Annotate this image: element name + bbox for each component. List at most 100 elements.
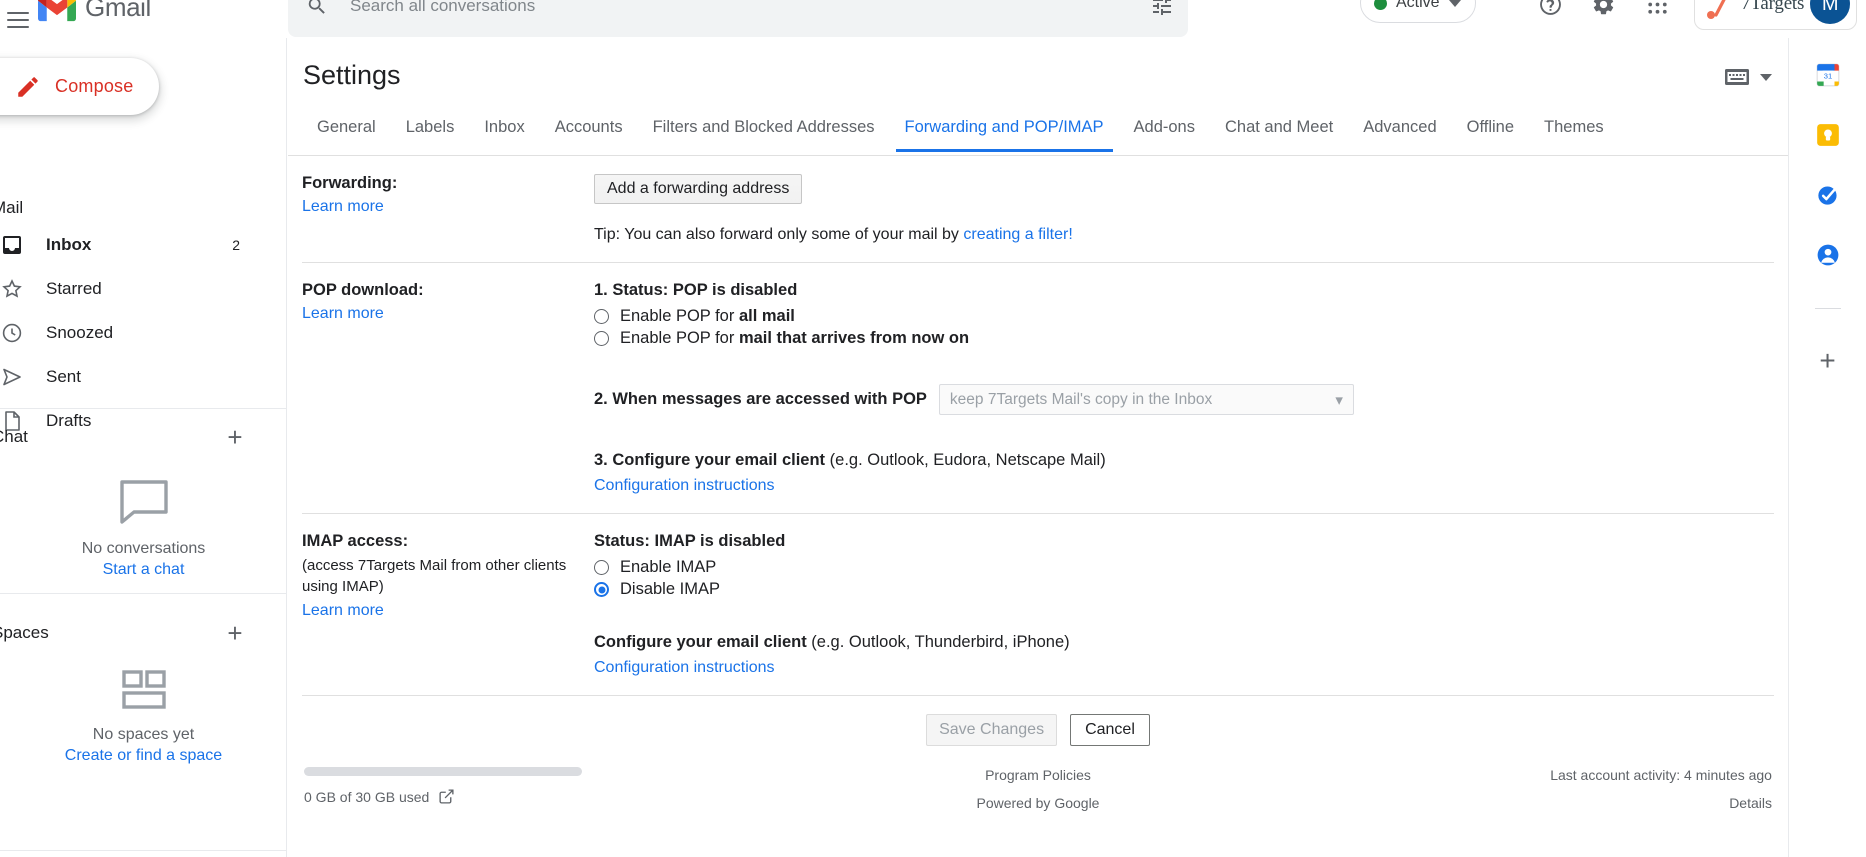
avatar[interactable]: M [1810, 0, 1850, 24]
imap-config-strong: Configure your email client [594, 633, 807, 651]
pop-option-from-now-on[interactable]: Enable POP for mail that arrives from no… [594, 329, 1774, 348]
search-icon [306, 0, 328, 17]
top-bar: Gmail Active [0, 0, 1866, 38]
status-active-chip[interactable]: Active [1360, 0, 1476, 23]
google-contacts-icon[interactable] [1815, 242, 1841, 268]
google-tasks-icon[interactable] [1815, 182, 1841, 208]
creating-a-filter-link[interactable]: creating a filter! [963, 226, 1072, 243]
open-external-icon[interactable] [438, 788, 455, 805]
tab-forwarding-and-pop-imap[interactable]: Forwarding and POP/IMAP [890, 106, 1119, 151]
sidebar-divider [0, 593, 287, 594]
pop-option2-strong: mail that arrives from now on [739, 329, 969, 347]
powered-by-google-text: Powered by Google [977, 795, 1100, 811]
compose-button[interactable]: Compose [0, 58, 159, 115]
radio-imap-disable[interactable] [594, 582, 609, 597]
svg-text:31: 31 [1823, 72, 1831, 81]
status-dot [1374, 0, 1387, 10]
start-a-chat-link[interactable]: Start a chat [103, 561, 185, 579]
radio-pop-all-mail[interactable] [594, 309, 609, 324]
tab-add-ons[interactable]: Add-ons [1119, 106, 1210, 151]
radio-pop-from-now-on[interactable] [594, 331, 609, 346]
save-changes-button[interactable]: Save Changes [926, 714, 1057, 746]
send-icon [0, 365, 24, 389]
chat-section-header: Chat + [0, 420, 252, 454]
add-app-plus-icon[interactable]: + [1819, 347, 1835, 375]
radio-imap-enable[interactable] [594, 560, 609, 575]
imap-access-section: IMAP access: (access 7Targets Mail from … [302, 514, 1774, 696]
plus-icon[interactable]: + [218, 420, 252, 454]
imap-note-line2: using IMAP) [302, 576, 584, 597]
tab-filters-and-blocked-addresses[interactable]: Filters and Blocked Addresses [638, 106, 890, 151]
gear-icon[interactable] [1583, 0, 1623, 24]
imap-enable-label: Enable IMAP [620, 558, 716, 577]
account-chip[interactable]: 7Targets M [1694, 0, 1857, 30]
pop-download-section: POP download: Learn more 1. Status: POP … [302, 263, 1774, 514]
left-sidebar: Compose Mail Inbox 2 Starred Snoozed Sen… [0, 38, 287, 857]
footer-center: Program Policies Powered by Google [793, 767, 1282, 837]
footer-storage: 0 GB of 30 GB used [304, 767, 793, 837]
help-icon[interactable] [1530, 0, 1570, 24]
tune-icon[interactable] [1150, 0, 1174, 18]
tab-inbox[interactable]: Inbox [469, 106, 539, 151]
tab-accounts[interactable]: Accounts [540, 106, 638, 151]
pop-option-all-mail-label: Enable POP for all mail [620, 307, 795, 326]
footer-right: Last account activity: 4 minutes ago Det… [1283, 767, 1772, 837]
pop-learn-more-link[interactable]: Learn more [302, 305, 584, 323]
cancel-button[interactable]: Cancel [1070, 714, 1150, 746]
sidebar-item-starred[interactable]: Starred [0, 267, 274, 311]
input-tools-selector[interactable] [1724, 68, 1772, 86]
7targets-logo-icon [1705, 0, 1735, 20]
spaces-section-header: Spaces + [0, 616, 252, 650]
chat-section-title: Chat [0, 427, 28, 447]
compose-label: Compose [55, 76, 133, 97]
pop-label-col: POP download: Learn more [302, 281, 594, 495]
program-policies-link[interactable]: Program Policies [985, 767, 1091, 783]
pop-option1-prefix: Enable POP for [620, 307, 739, 325]
tab-themes[interactable]: Themes [1529, 106, 1619, 151]
imap-configuration-instructions-link[interactable]: Configuration instructions [594, 659, 1774, 677]
imap-config-line: Configure your email client (e.g. Outloo… [594, 633, 1774, 652]
activity-details-link[interactable]: Details [1729, 795, 1772, 811]
tab-labels[interactable]: Labels [391, 106, 470, 151]
sidebar-item-snoozed[interactable]: Snoozed [0, 311, 274, 355]
google-keep-icon[interactable] [1815, 122, 1841, 148]
tab-general[interactable]: General [302, 106, 391, 151]
mail-section-heading: Mail [0, 198, 23, 218]
spaces-empty-state: No spaces yet Create or find a space [0, 668, 287, 765]
forwarding-learn-more-link[interactable]: Learn more [302, 198, 584, 216]
apps-grid-icon[interactable] [1637, 0, 1677, 24]
pop-step3-line: 3. Configure your email client (e.g. Out… [594, 451, 1774, 470]
imap-label: IMAP access: [302, 532, 584, 551]
pop-option2-prefix: Enable POP for [620, 329, 739, 347]
forwarding-tip-text: Tip: You can also forward only some of y… [594, 226, 963, 243]
sidebar-item-sent[interactable]: Sent [0, 355, 274, 399]
chevron-down-icon: ▾ [1335, 391, 1343, 409]
google-calendar-icon[interactable]: 31 [1815, 62, 1841, 88]
settings-tabs: GeneralLabelsInboxAccountsFilters and Bl… [288, 106, 1788, 156]
tab-chat-and-meet[interactable]: Chat and Meet [1210, 106, 1348, 151]
pop-copy-action-select[interactable]: keep 7Targets Mail's copy in the Inbox ▾ [939, 384, 1354, 415]
clock-icon [0, 321, 24, 345]
sidebar-item-label: Snoozed [46, 323, 240, 343]
pop-step2-label: 2. When messages are accessed with POP [594, 390, 927, 409]
imap-learn-more-link[interactable]: Learn more [302, 602, 584, 620]
account-name: 7Targets [1741, 0, 1804, 15]
tab-advanced[interactable]: Advanced [1348, 106, 1451, 151]
chevron-down-icon [1760, 74, 1772, 81]
plus-icon[interactable]: + [218, 616, 252, 650]
sidebar-item-inbox[interactable]: Inbox 2 [0, 223, 274, 267]
pop-configuration-instructions-link[interactable]: Configuration instructions [594, 477, 1774, 495]
storage-bar [304, 767, 582, 776]
imap-label-col: IMAP access: (access 7Targets Mail from … [302, 532, 594, 677]
add-forwarding-address-button[interactable]: Add a forwarding address [594, 174, 802, 204]
tab-offline[interactable]: Offline [1452, 106, 1529, 151]
imap-option-disable[interactable]: Disable IMAP [594, 580, 1774, 599]
imap-option-enable[interactable]: Enable IMAP [594, 558, 1774, 577]
pop-option-all-mail[interactable]: Enable POP for all mail [594, 307, 1774, 326]
pop-option-from-now-on-label: Enable POP for mail that arrives from no… [620, 329, 969, 348]
create-or-find-space-link[interactable]: Create or find a space [65, 747, 222, 765]
gmail-brand[interactable]: Gmail [38, 0, 151, 28]
search-input[interactable] [350, 0, 1150, 16]
search-bar[interactable] [288, 0, 1188, 37]
inbox-unread-count: 2 [232, 237, 240, 253]
